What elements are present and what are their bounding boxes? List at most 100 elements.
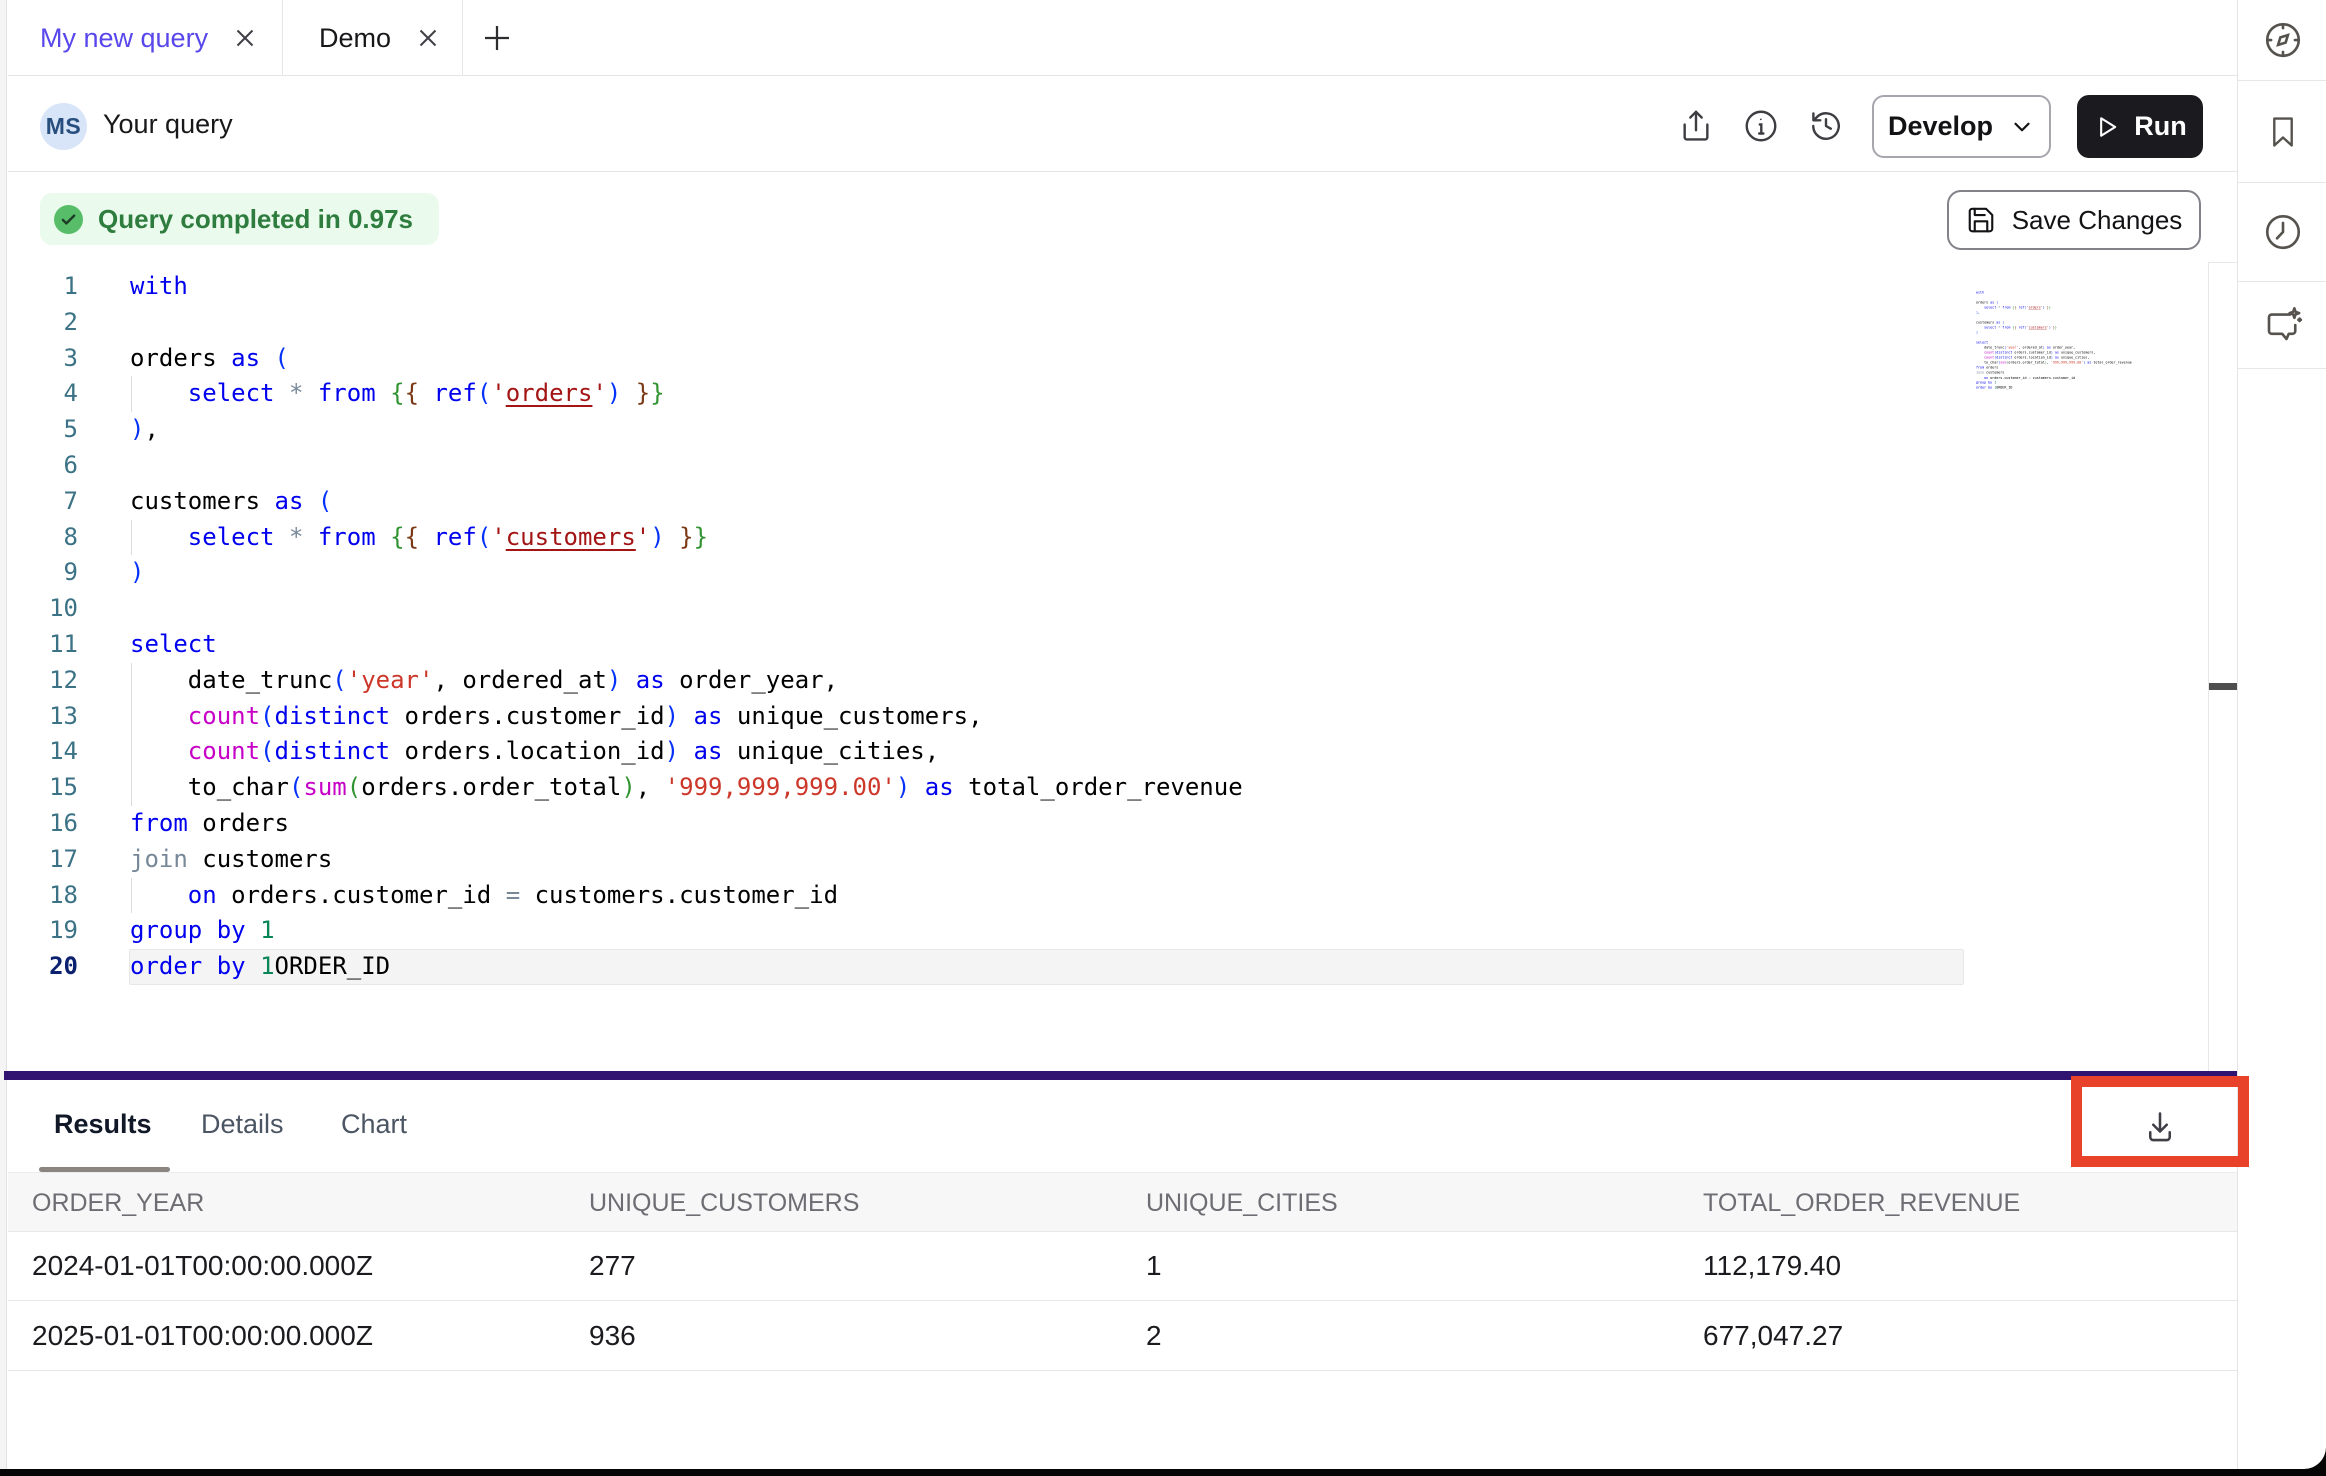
run-button[interactable]: Run bbox=[2077, 95, 2203, 158]
code-line-13[interactable]: 13 count(distinct orders.customer_id) as… bbox=[8, 699, 2208, 735]
code-line-text: select * from {{ ref('customers') }} bbox=[130, 520, 708, 556]
run-label: Run bbox=[2134, 111, 2186, 142]
code-line-16[interactable]: 16from orders bbox=[8, 806, 2208, 842]
tab-demo[interactable]: Demo bbox=[283, 0, 463, 76]
line-number: 9 bbox=[8, 555, 78, 591]
editor-scrollbar-marker bbox=[2209, 683, 2237, 690]
line-number: 5 bbox=[8, 412, 78, 448]
code-line-14[interactable]: 14 count(distinct orders.location_id) as… bbox=[8, 734, 2208, 770]
line-number: 2 bbox=[8, 305, 78, 341]
tab-label: My new query bbox=[40, 23, 208, 54]
code-line-text: select bbox=[130, 627, 217, 663]
avatar: MS bbox=[40, 103, 87, 150]
editor-tab-bar: My new query Demo bbox=[8, 0, 2237, 76]
bookmarks-button[interactable] bbox=[2238, 81, 2326, 183]
play-icon bbox=[2093, 113, 2121, 141]
code-line-7[interactable]: 7 customers as ( bbox=[8, 484, 2208, 520]
compass-icon bbox=[2262, 19, 2304, 61]
line-number: 1 bbox=[8, 269, 78, 305]
tab-label: Demo bbox=[319, 23, 391, 54]
code-line-text: count(distinct orders.customer_id) as un… bbox=[130, 699, 983, 735]
code-line-2[interactable]: 2 bbox=[8, 305, 2208, 341]
code-line-text: join customers bbox=[130, 842, 332, 878]
tab-chart[interactable]: Chart bbox=[341, 1080, 407, 1168]
code-line-5[interactable]: 5), bbox=[8, 412, 2208, 448]
tab-results[interactable]: Results bbox=[54, 1080, 152, 1168]
code-line-15[interactable]: 15 to_char(sum(orders.order_total), '999… bbox=[8, 770, 2208, 806]
query-toolbar: MS Your query Develop Run bbox=[8, 76, 2237, 172]
clock-icon bbox=[2262, 211, 2304, 253]
column-header: UNIQUE_CITIES bbox=[1146, 1173, 1338, 1233]
tab-details[interactable]: Details bbox=[201, 1080, 284, 1168]
table-cell: 936 bbox=[589, 1301, 636, 1370]
table-cell: 2024-01-01T00:00:00.000Z bbox=[32, 1232, 373, 1300]
code-line-9[interactable]: 9) bbox=[8, 555, 2208, 591]
save-changes-label: Save Changes bbox=[2012, 205, 2183, 236]
code-line-text: select * from {{ ref('orders') }} bbox=[130, 376, 665, 412]
line-number: 17 bbox=[8, 842, 78, 878]
table-row[interactable]: 2025-01-01T00:00:00.000Z9362677,047.27 bbox=[8, 1301, 2237, 1371]
code-line-12[interactable]: 12 date_trunc('year', ordered_at) as ord… bbox=[8, 663, 2208, 699]
code-line-1[interactable]: 1 with bbox=[8, 269, 2208, 305]
save-changes-button[interactable]: Save Changes bbox=[1947, 190, 2201, 250]
column-header: TOTAL_ORDER_REVENUE bbox=[1703, 1173, 2020, 1233]
save-icon bbox=[1966, 205, 1996, 235]
code-line-3[interactable]: 3orders as ( bbox=[8, 341, 2208, 377]
comment-sparkle-icon bbox=[2262, 304, 2304, 346]
new-tab-button[interactable] bbox=[472, 20, 522, 56]
left-edge-gutter bbox=[0, 0, 7, 1469]
line-number: 4 bbox=[8, 376, 78, 412]
code-line-text: on orders.customer_id = customers.custom… bbox=[130, 878, 838, 914]
line-number: 10 bbox=[8, 591, 78, 627]
line-number: 12 bbox=[8, 663, 78, 699]
history-button[interactable] bbox=[1808, 108, 1844, 144]
column-header: UNIQUE_CUSTOMERS bbox=[589, 1173, 859, 1233]
sql-editor-panel: Query completed in 0.97s Save Changes 1w… bbox=[8, 172, 2237, 1071]
code-line-text: order by 1ORDER_ID bbox=[130, 949, 390, 985]
ai-comment-button[interactable] bbox=[2238, 282, 2326, 369]
table-row[interactable]: 2024-01-01T00:00:00.000Z2771112,179.40 bbox=[8, 1232, 2237, 1301]
share-button[interactable] bbox=[1678, 108, 1714, 144]
table-cell: 677,047.27 bbox=[1703, 1301, 1843, 1370]
line-number: 7 bbox=[8, 484, 78, 520]
code-line-6[interactable]: 6 bbox=[8, 448, 2208, 484]
code-line-11[interactable]: 11 select bbox=[8, 627, 2208, 663]
editor-minimap[interactable]: withorders as ( select * from {{ ref('or… bbox=[1976, 290, 2212, 416]
panel-divider[interactable] bbox=[4, 1071, 2237, 1080]
explore-button[interactable] bbox=[2238, 0, 2326, 81]
info-icon bbox=[1743, 108, 1779, 144]
line-number: 3 bbox=[8, 341, 78, 377]
bookmark-icon bbox=[2264, 113, 2302, 151]
code-line-text: ) bbox=[130, 555, 144, 591]
plus-icon bbox=[479, 20, 515, 56]
close-icon[interactable] bbox=[230, 23, 260, 53]
code-line-19[interactable]: 19group by 1 bbox=[8, 913, 2208, 949]
code-line-8[interactable]: 8 select * from {{ ref('customers') }} bbox=[8, 520, 2208, 556]
code-line-4[interactable]: 4 select * from {{ ref('orders') }} bbox=[8, 376, 2208, 412]
code-line-10[interactable]: 10 bbox=[8, 591, 2208, 627]
line-number: 19 bbox=[8, 913, 78, 949]
results-panel: Results Details Chart ORDER_YEAR UNIQUE_C… bbox=[8, 1080, 2237, 1469]
develop-dropdown[interactable]: Develop bbox=[1872, 95, 2051, 158]
code-line-text: from orders bbox=[130, 806, 289, 842]
chevron-down-icon bbox=[2009, 114, 2035, 140]
code-line-text: date_trunc('year', ordered_at) as order_… bbox=[130, 663, 838, 699]
table-cell: 1 bbox=[1146, 1232, 1162, 1300]
close-icon[interactable] bbox=[413, 23, 443, 53]
info-button[interactable] bbox=[1743, 108, 1779, 144]
code-editor[interactable]: 1 with 23orders as (4 select * from {{ ref… bbox=[8, 269, 2237, 1078]
line-number: 6 bbox=[8, 448, 78, 484]
code-line-text: with bbox=[130, 269, 188, 305]
line-number: 11 bbox=[8, 627, 78, 663]
develop-label: Develop bbox=[1888, 111, 1993, 142]
code-line-18[interactable]: 18 on orders.customer_id = customers.cus… bbox=[8, 878, 2208, 914]
column-header: ORDER_YEAR bbox=[32, 1173, 204, 1233]
results-table-header: ORDER_YEAR UNIQUE_CUSTOMERS UNIQUE_CITIES T… bbox=[8, 1172, 2237, 1232]
history-sidebar-button[interactable] bbox=[2238, 183, 2326, 282]
tab-my-new-query[interactable]: My new query bbox=[8, 0, 283, 76]
code-line-20[interactable]: 20order by 1ORDER_ID bbox=[8, 949, 2208, 985]
bottom-window-edge bbox=[0, 1469, 2326, 1476]
code-line-text: customers as ( bbox=[130, 484, 332, 520]
code-line-17[interactable]: 17 join customers bbox=[8, 842, 2208, 878]
editor-scrollbar-track[interactable] bbox=[2208, 262, 2237, 1071]
